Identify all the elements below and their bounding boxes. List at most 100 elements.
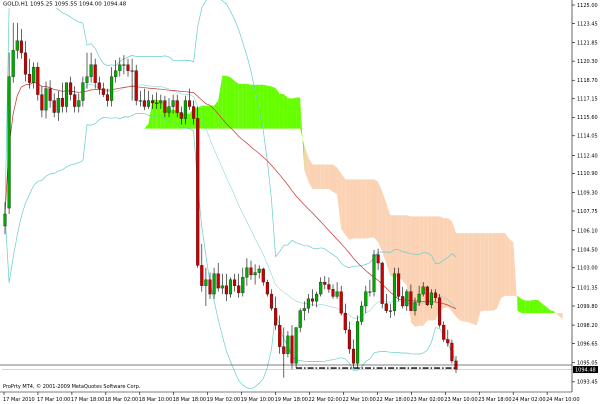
candle-body — [28, 74, 32, 83]
candle-body — [364, 291, 368, 307]
cloud-segment — [464, 233, 469, 323]
y-tick-label: 1106.10 — [577, 229, 598, 235]
candle-body — [249, 267, 253, 276]
y-tick-label: 1115.60 — [577, 115, 598, 121]
cloud-segment — [509, 239, 514, 296]
cloud-segment — [222, 75, 227, 129]
candle-body — [163, 100, 167, 113]
candle-body — [32, 66, 36, 83]
candle-body — [69, 82, 73, 95]
y-tick-label: 1109.30 — [577, 190, 598, 196]
candle-body — [126, 64, 130, 71]
x-tick-label: 18 Mar 10:00 — [139, 397, 172, 403]
y-tick-label: 1125.00 — [577, 3, 598, 9]
candle-body — [446, 339, 450, 344]
y-tick-label: 1107.75 — [577, 209, 598, 215]
x-tick-label: 22 Mar 10:00 — [342, 397, 375, 403]
cloud-segment — [345, 179, 350, 240]
cloud-segment — [390, 215, 395, 278]
candle-body — [122, 64, 126, 66]
cloud-segment — [521, 299, 526, 314]
x-tick-label: 24 Mar 02:00 — [512, 397, 545, 403]
candle-body — [60, 98, 64, 107]
candle-body — [77, 100, 81, 107]
cloud-segment — [369, 179, 374, 238]
candle-body — [208, 279, 212, 295]
cloud-segment — [283, 93, 288, 129]
cloud-segment — [328, 164, 333, 192]
cloud-segment — [205, 105, 210, 129]
chart-title: GOLD,H1 1095.25 1095.55 1094.00 1094.48 — [3, 2, 127, 8]
candle-body — [425, 286, 429, 305]
candle-body — [269, 293, 274, 309]
cloud-segment — [230, 77, 235, 129]
candle-body — [228, 279, 233, 295]
candle-body — [421, 286, 425, 295]
candle-body — [347, 329, 351, 350]
cloud-segment — [447, 218, 452, 312]
candle-body — [52, 100, 56, 113]
cloud-segment — [312, 164, 317, 189]
cloud-segment — [542, 303, 547, 314]
candle-body — [413, 302, 417, 311]
x-tick-label: 17 Mar 10:00 — [37, 397, 70, 403]
candle-body — [64, 82, 69, 107]
y-tick-label: 1112.40 — [577, 153, 598, 159]
cloud-segment — [320, 164, 325, 189]
y-tick-label: 1103.00 — [577, 266, 598, 272]
candle-body — [237, 285, 241, 294]
cloud-segment — [484, 233, 489, 311]
candle-body — [155, 102, 159, 104]
candle-body — [384, 303, 388, 311]
cloud-segment — [287, 98, 292, 129]
candle-body — [438, 297, 442, 326]
candle-body — [405, 291, 409, 307]
support-line-layer — [2, 367, 572, 370]
cloud-segment — [525, 300, 530, 314]
candle-body — [216, 273, 220, 289]
candle-body — [11, 50, 15, 77]
y-tick-label: 1110.90 — [577, 171, 598, 177]
candle-body — [118, 64, 122, 71]
chart-container: 1125.00 1123.45 1121.85 1120.30 1118.70 1117.… — [0, 0, 600, 404]
cloud-segment — [546, 306, 551, 314]
cloud-segment — [324, 164, 329, 189]
candle-body — [220, 285, 224, 289]
candle-body — [282, 346, 286, 354]
cloud-segment — [337, 167, 342, 229]
candle-body — [298, 310, 302, 328]
cloud-segment — [423, 216, 428, 326]
cloud-segment — [152, 99, 157, 129]
cloud-segment — [173, 110, 178, 129]
candle-body — [151, 100, 155, 104]
cloud-segment — [226, 75, 231, 129]
candle-body — [204, 279, 208, 286]
cloud-segment — [308, 157, 313, 189]
candle-body — [286, 335, 290, 354]
candle-body — [265, 281, 269, 295]
cloud-segment — [517, 295, 522, 314]
cloud-segment — [402, 215, 407, 286]
x-tick-label: 18 Mar 02:00 — [105, 397, 138, 403]
candle-body — [48, 88, 52, 101]
cloud-segment — [292, 97, 297, 129]
cloud-segment — [443, 218, 448, 309]
candle-body — [409, 291, 413, 311]
cloud-segment — [476, 233, 481, 326]
candle-body — [302, 308, 306, 311]
candle-body — [3, 213, 7, 227]
cloud-segment — [468, 233, 473, 324]
candle-body — [442, 324, 446, 340]
candle-body — [15, 40, 19, 51]
candle-body — [380, 262, 384, 304]
candle-body — [327, 284, 331, 290]
cloud-segment — [419, 216, 424, 326]
cloud-segment — [246, 83, 251, 129]
cloud-segment — [558, 313, 563, 320]
y-tick-label: 1095.05 — [577, 361, 598, 367]
candle-body — [212, 273, 216, 295]
candle-body — [196, 118, 200, 266]
axes-layer: 1125.00 1123.45 1121.85 1120.30 1118.70 1117.… — [0, 0, 598, 403]
candle-body — [73, 94, 77, 107]
candle-body — [433, 292, 438, 298]
